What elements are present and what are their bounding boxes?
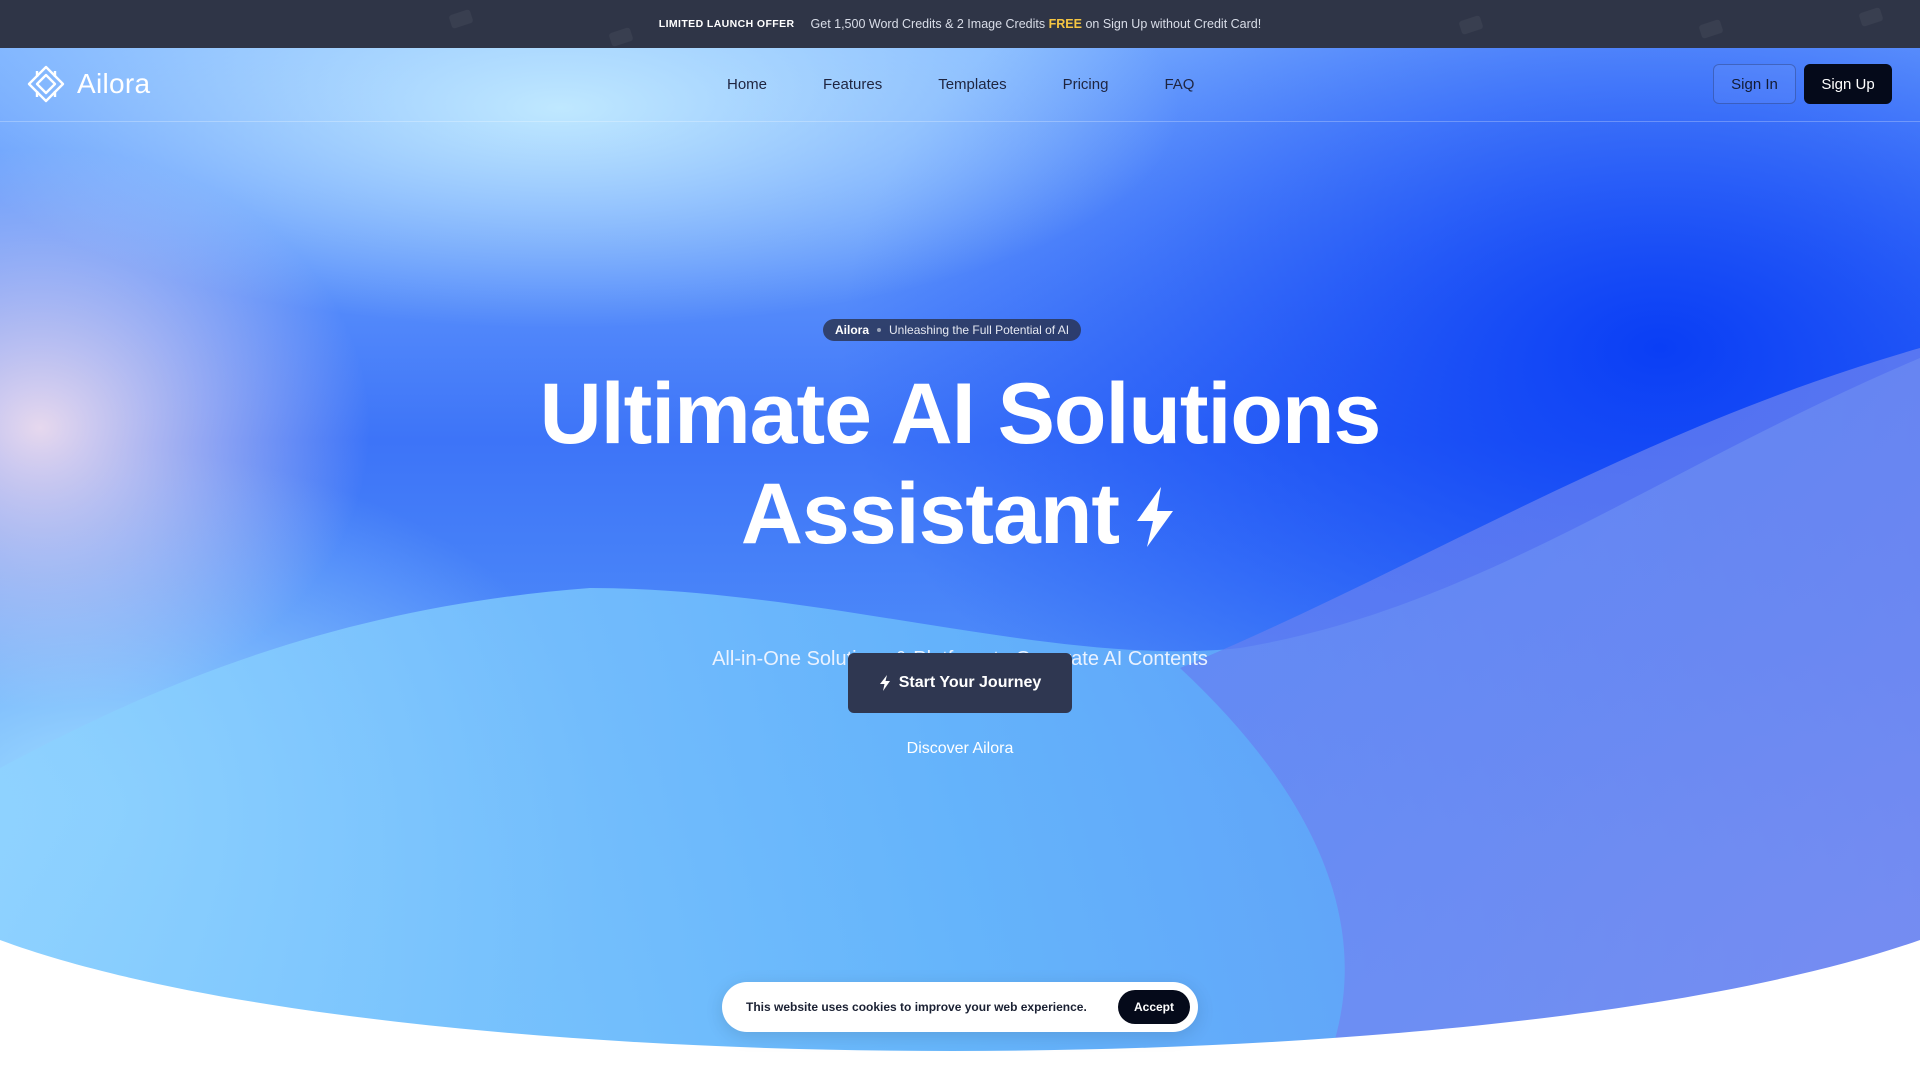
hero-badge-text: Unleashing the Full Potential of AI [889,323,1070,337]
nav-link-pricing[interactable]: Pricing [1063,76,1109,93]
lightning-bolt-icon [1137,487,1174,547]
nav-link-features[interactable]: Features [823,76,882,93]
nav-link-templates[interactable]: Templates [938,76,1006,93]
announcement-bar: LIMITED LAUNCH OFFER Get 1,500 Word Cred… [0,0,1920,48]
offer-message-prefix: Get 1,500 Word Credits & 2 Image Credits [810,17,1046,31]
logo-mark-icon [27,65,65,103]
discover-link[interactable]: Discover Ailora [860,740,1060,758]
sign-up-button[interactable]: Sign Up [1804,64,1892,104]
start-journey-button[interactable]: Start Your Journey [848,653,1072,713]
cookie-message: This website uses cookies to improve you… [746,1000,1087,1014]
hero-title-line1: Ultimate AI Solutions [539,366,1382,462]
offer-message-suffix: on Sign Up without Credit Card! [1085,17,1262,31]
top-navigation: Ailora Home Features Templates Pricing F… [0,48,1920,122]
nav-link-faq[interactable]: FAQ [1164,76,1194,93]
logo[interactable]: Ailora [27,65,150,103]
offer-message: Get 1,500 Word Credits & 2 Image Credits… [811,17,1262,31]
cookie-banner: This website uses cookies to improve you… [722,982,1198,1032]
separator-dot [877,328,882,332]
hero-title: Ultimate AI Solutions Assistant [360,364,1560,564]
offer-tag: LIMITED LAUNCH OFFER [658,18,795,30]
decoration [1858,6,1884,28]
decoration [1698,18,1724,40]
nav-link-home[interactable]: Home [727,76,767,93]
offer-highlight: FREE [1048,17,1082,31]
hero-background-waves [0,348,1920,1080]
hero-section: Ailora Home Features Templates Pricing F… [0,48,1920,1080]
main-menu: Home Features Templates Pricing FAQ [727,76,1194,93]
sign-in-button[interactable]: Sign In [1713,64,1796,104]
decoration [1458,14,1484,36]
decoration [448,8,474,30]
accept-cookies-button[interactable]: Accept [1117,990,1190,1024]
logo-text: Ailora [77,68,151,99]
lightning-bolt-icon [879,675,890,691]
decoration [608,26,634,48]
hero-title-line2: Assistant [740,466,1120,562]
hero-badge-brand: Ailora [835,323,870,337]
start-journey-label: Start Your Journey [898,674,1042,691]
hero-badge: Ailora Unleashing the Full Potential of … [823,319,1082,341]
